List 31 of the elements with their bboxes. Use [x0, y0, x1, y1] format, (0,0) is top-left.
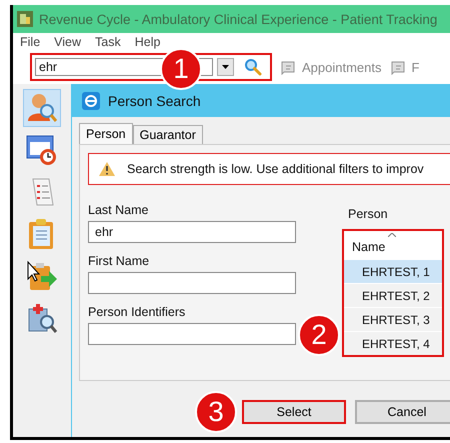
menu-item[interactable]: Help	[134, 34, 160, 48]
column-header[interactable]: Name	[352, 240, 386, 254]
list-title: Person	[347, 207, 389, 223]
input-field[interactable]	[88, 323, 296, 345]
warning-text: Search strength is low. Use additional filters to improv	[127, 162, 424, 176]
tab[interactable]: Person	[79, 123, 133, 144]
note-icon	[390, 59, 408, 75]
dialog-button[interactable]: Select	[242, 400, 346, 424]
warning-icon	[99, 162, 115, 176]
globe-icon	[82, 92, 100, 110]
input-field[interactable]: ehr	[88, 221, 296, 243]
menu-item[interactable]: File	[20, 34, 40, 48]
dropdown-button[interactable]	[217, 58, 234, 76]
app-icon	[17, 11, 33, 27]
tab[interactable]: Guarantor	[132, 125, 203, 144]
list-row[interactable]: EHRTEST, 2	[344, 283, 442, 307]
search-icon[interactable]	[244, 58, 262, 76]
list-row[interactable]: EHRTEST, 4	[344, 331, 442, 355]
input-field[interactable]	[88, 272, 296, 294]
caret-icon	[222, 65, 229, 69]
dialog-title: Person Search	[108, 92, 201, 108]
field-label: First Name	[88, 254, 150, 270]
list-row[interactable]: EHRTEST, 1	[344, 259, 442, 283]
window-title: Revenue Cycle - Ambulatory Clinical Experience - Patient Tracking	[39, 12, 438, 26]
menu-item[interactable]: View	[54, 34, 82, 48]
field-label: Last Name	[88, 203, 150, 219]
menu-item[interactable]: Task	[95, 34, 121, 48]
sort-caret-icon	[388, 233, 396, 237]
dialog-button[interactable]: Cancel	[355, 400, 450, 424]
list-row[interactable]: EHRTEST, 3	[344, 307, 442, 331]
field-label: Person Identifiers	[88, 305, 186, 321]
